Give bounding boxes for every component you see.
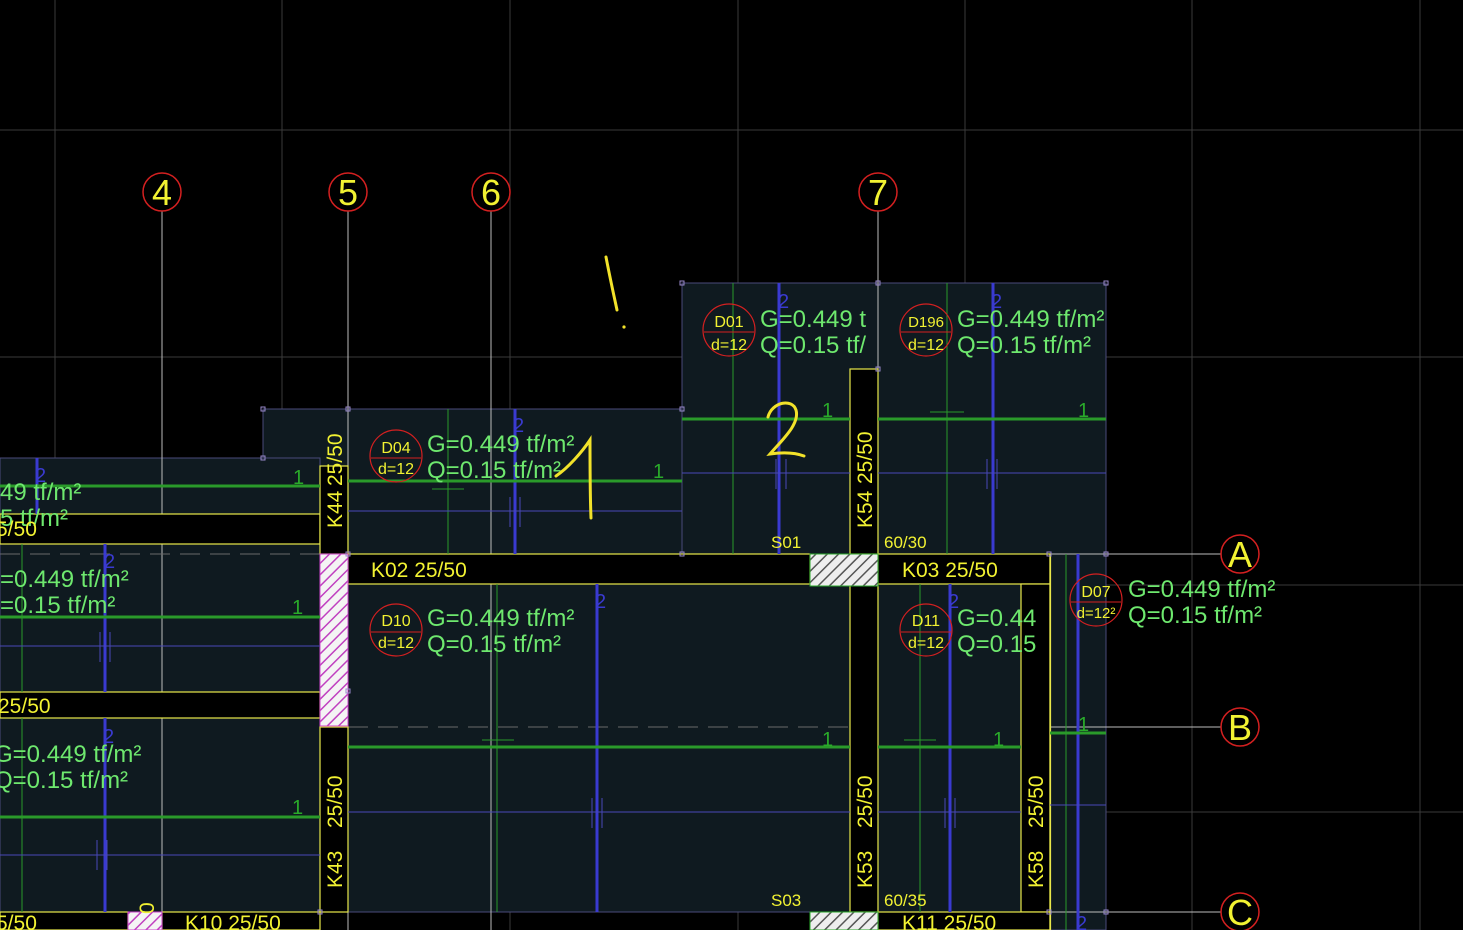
- load-g-d11: G=0.44: [957, 605, 1036, 632]
- cad-drawing-canvas[interactable]: 4 5 6 7 A B C D01 d=12 D196 d=12 D04 d=1…: [0, 0, 1463, 930]
- span-marker-2: 2: [103, 726, 114, 748]
- span-marker-2: 2: [948, 591, 959, 613]
- beam-label-k58-name: K58: [1025, 851, 1048, 888]
- slab-thickness: d=12: [711, 337, 747, 354]
- beam-label-k53-size: 25/50: [854, 775, 877, 828]
- handwritten-exclamation: [604, 255, 619, 312]
- span-marker-2: 2: [1076, 913, 1087, 930]
- load-q-left-bot: Q=0.15 tf/m²: [0, 767, 128, 794]
- axis-label-5: 5: [338, 172, 358, 213]
- beam-label-k44-name: K44: [324, 490, 347, 528]
- column-size-s03: 60/35: [884, 891, 927, 910]
- span-marker-1: 1: [293, 467, 304, 489]
- beam-label-left-mid: 25/50: [0, 695, 51, 718]
- span-marker-1: 1: [292, 597, 303, 619]
- column-label-s03: S03: [771, 891, 801, 910]
- slab-thickness: d=12: [908, 337, 944, 354]
- load-q-d196: Q=0.15 tf/m²: [957, 332, 1091, 359]
- span-marker-1: 1: [1078, 400, 1089, 422]
- axis-bubble-5[interactable]: 5: [328, 172, 368, 213]
- axis-label-b: B: [1228, 707, 1252, 748]
- span-marker-2: 2: [991, 291, 1002, 313]
- beam-label-k44-size: 25/50: [324, 433, 347, 486]
- slab-thickness: d=12: [378, 635, 414, 652]
- load-g-left-bot: G=0.449 tf/m²: [0, 741, 141, 768]
- axis-bubble-c[interactable]: C: [1220, 892, 1260, 930]
- span-marker-1: 1: [653, 461, 664, 483]
- axis-label-6: 6: [481, 172, 501, 213]
- load-g-d07: G=0.449 tf/m²: [1128, 576, 1275, 603]
- slab-id: D196: [908, 314, 944, 331]
- span-marker-2: 2: [595, 591, 606, 613]
- span-marker-2: 2: [104, 551, 115, 573]
- load-q-d04: Q=0.15 tf/m²: [427, 457, 561, 484]
- load-q-d10: Q=0.15 tf/m²: [427, 631, 561, 658]
- beam-label-k58-size: 25/50: [1025, 775, 1048, 828]
- axis-bubble-b[interactable]: B: [1220, 707, 1260, 748]
- load-q-d01: Q=0.15 tf/: [760, 332, 866, 359]
- column-label-s01: S01: [771, 533, 801, 552]
- axis-label-c: C: [1227, 892, 1253, 930]
- beam-label-k03: K03 25/50: [902, 559, 998, 582]
- slab-id: D04: [381, 440, 410, 457]
- beam-label-k10: K10 25/50: [185, 912, 281, 930]
- beam-right-edge[interactable]: [1049, 553, 1052, 930]
- axis-bubble-a[interactable]: A: [1220, 534, 1260, 575]
- span-marker-2: 2: [35, 465, 46, 487]
- slab-thickness: d=12: [378, 461, 414, 478]
- slab-id: D01: [714, 314, 743, 331]
- slab-id: D10: [381, 613, 410, 630]
- column-s03[interactable]: [809, 911, 879, 930]
- span-marker-1: 1: [1078, 714, 1089, 736]
- axis-label-4: 4: [152, 172, 172, 213]
- axis-label-a: A: [1228, 534, 1252, 575]
- slab-id: D11: [912, 613, 940, 630]
- beam-label-bottom-left: 5/50: [0, 912, 37, 930]
- span-marker-1: 1: [822, 400, 833, 422]
- axis-bubble-4[interactable]: 4: [142, 172, 182, 213]
- axis-bubble-7[interactable]: 7: [858, 172, 898, 213]
- span-marker-2: 2: [513, 415, 524, 437]
- beam-label-k54-size: 25/50: [854, 431, 877, 484]
- column-size-s01: 60/30: [884, 533, 927, 552]
- column-s01[interactable]: [809, 553, 879, 587]
- load-q-d11: Q=0.15: [957, 631, 1036, 658]
- span-marker-1: 1: [993, 729, 1004, 751]
- load-g-d01: G=0.449 t: [760, 306, 866, 333]
- load-g-d196: G=0.449 tf/m²: [957, 306, 1104, 333]
- column-left-pink[interactable]: [319, 553, 349, 727]
- beam-label-left-top: 5/50: [0, 518, 37, 541]
- slab-thickness: d=12²: [1077, 605, 1116, 622]
- span-marker-1: 1: [822, 729, 833, 751]
- load-g-d10: G=0.449 tf/m²: [427, 605, 574, 632]
- load-q-d07: Q=0.15 tf/m²: [1128, 602, 1262, 629]
- beam-label-k53-name: K53: [854, 851, 877, 888]
- beam-label-k02: K02 25/50: [371, 559, 467, 582]
- load-g-d04: G=0.449 tf/m²: [427, 431, 574, 458]
- span-marker-1: 1: [292, 797, 303, 819]
- slab-id: D07: [1081, 584, 1110, 601]
- slab-thickness: d=12: [908, 635, 944, 652]
- beam-label-k43-size: 25/50: [324, 775, 347, 828]
- beam-label-k43-name: K43: [324, 851, 347, 888]
- beam-label-bottom-col: 0: [136, 902, 159, 914]
- axis-bubble-6[interactable]: 6: [471, 172, 511, 213]
- load-q-left-mid: =0.15 tf/m²: [0, 592, 115, 619]
- beam-label-k11: K11 25/50: [902, 912, 996, 930]
- span-marker-2: 2: [778, 291, 789, 313]
- beam-label-k54-name: K54: [854, 490, 877, 528]
- axis-label-7: 7: [868, 172, 888, 213]
